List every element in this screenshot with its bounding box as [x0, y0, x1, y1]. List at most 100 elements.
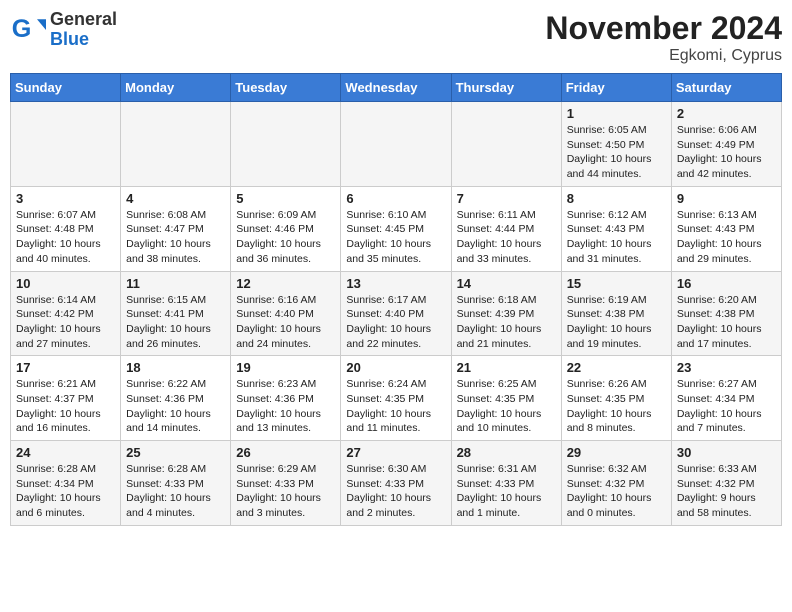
- calendar-cell: [231, 102, 341, 187]
- day-info: Sunrise: 6:33 AM Sunset: 4:32 PM Dayligh…: [677, 462, 776, 521]
- calendar-cell: 2Sunrise: 6:06 AM Sunset: 4:49 PM Daylig…: [671, 102, 781, 187]
- day-number: 22: [567, 360, 666, 375]
- day-info: Sunrise: 6:14 AM Sunset: 4:42 PM Dayligh…: [16, 293, 115, 352]
- calendar-cell: 9 Sunrise: 6:13 AM Sunset: 4:43 PM Daylig…: [671, 186, 781, 271]
- calendar-cell: 21 Sunrise: 6:25 AM Sunset: 4:35 PM Dayli…: [451, 356, 561, 441]
- day-info: Sunrise: 6:28 AM Sunset: 4:33 PM Dayligh…: [126, 462, 225, 521]
- calendar-cell: 3 Sunrise: 6:07 AM Sunset: 4:48 PM Daylig…: [11, 186, 121, 271]
- calendar-week-row: 10 Sunrise: 6:14 AM Sunset: 4:42 PM Dayli…: [11, 271, 782, 356]
- day-number: 10: [16, 276, 115, 291]
- calendar-cell: 30Sunrise: 6:33 AM Sunset: 4:32 PM Dayli…: [671, 441, 781, 526]
- day-number: 24: [16, 445, 115, 460]
- calendar-cell: 15 Sunrise: 6:19 AM Sunset: 4:38 PM Dayli…: [561, 271, 671, 356]
- calendar-cell: 28Sunrise: 6:31 AM Sunset: 4:33 PM Dayli…: [451, 441, 561, 526]
- day-info: Sunrise: 6:05 AM Sunset: 4:50 PM Dayligh…: [567, 123, 666, 182]
- calendar-cell: [451, 102, 561, 187]
- calendar-table: SundayMondayTuesdayWednesdayThursdayFrid…: [10, 73, 782, 526]
- calendar-cell: 25 Sunrise: 6:28 AM Sunset: 4:33 PM Dayli…: [121, 441, 231, 526]
- day-number: 4: [126, 191, 225, 206]
- day-number: 21: [457, 360, 556, 375]
- day-number: 1: [567, 106, 666, 121]
- day-number: 23: [677, 360, 776, 375]
- calendar-cell: 6 Sunrise: 6:10 AM Sunset: 4:45 PM Daylig…: [341, 186, 451, 271]
- day-info: Sunrise: 6:09 AM Sunset: 4:46 PM Dayligh…: [236, 208, 335, 267]
- weekday-header: Thursday: [451, 74, 561, 102]
- day-number: 17: [16, 360, 115, 375]
- page-title: November 2024: [545, 10, 782, 47]
- weekday-header: Wednesday: [341, 74, 451, 102]
- calendar-week-row: 17 Sunrise: 6:21 AM Sunset: 4:37 PM Dayli…: [11, 356, 782, 441]
- weekday-header: Friday: [561, 74, 671, 102]
- calendar-cell: 4 Sunrise: 6:08 AM Sunset: 4:47 PM Daylig…: [121, 186, 231, 271]
- day-number: 26: [236, 445, 335, 460]
- calendar-cell: 14 Sunrise: 6:18 AM Sunset: 4:39 PM Dayli…: [451, 271, 561, 356]
- day-info: Sunrise: 6:11 AM Sunset: 4:44 PM Dayligh…: [457, 208, 556, 267]
- day-info: Sunrise: 6:17 AM Sunset: 4:40 PM Dayligh…: [346, 293, 445, 352]
- day-number: 19: [236, 360, 335, 375]
- day-number: 8: [567, 191, 666, 206]
- calendar-cell: 19Sunrise: 6:23 AM Sunset: 4:36 PM Dayli…: [231, 356, 341, 441]
- day-number: 5: [236, 191, 335, 206]
- day-number: 20: [346, 360, 445, 375]
- calendar-cell: 23 Sunrise: 6:27 AM Sunset: 4:34 PM Dayli…: [671, 356, 781, 441]
- day-info: Sunrise: 6:21 AM Sunset: 4:37 PM Dayligh…: [16, 377, 115, 436]
- calendar-cell: 10 Sunrise: 6:14 AM Sunset: 4:42 PM Dayli…: [11, 271, 121, 356]
- calendar-cell: 17 Sunrise: 6:21 AM Sunset: 4:37 PM Dayli…: [11, 356, 121, 441]
- calendar-cell: 8Sunrise: 6:12 AM Sunset: 4:43 PM Daylig…: [561, 186, 671, 271]
- day-number: 12: [236, 276, 335, 291]
- day-info: Sunrise: 6:06 AM Sunset: 4:49 PM Dayligh…: [677, 123, 776, 182]
- calendar-cell: 24 Sunrise: 6:28 AM Sunset: 4:34 PM Dayli…: [11, 441, 121, 526]
- calendar-cell: 13 Sunrise: 6:17 AM Sunset: 4:40 PM Dayli…: [341, 271, 451, 356]
- day-info: Sunrise: 6:20 AM Sunset: 4:38 PM Dayligh…: [677, 293, 776, 352]
- day-info: Sunrise: 6:15 AM Sunset: 4:41 PM Dayligh…: [126, 293, 225, 352]
- day-number: 15: [567, 276, 666, 291]
- day-info: Sunrise: 6:28 AM Sunset: 4:34 PM Dayligh…: [16, 462, 115, 521]
- day-number: 11: [126, 276, 225, 291]
- weekday-header-row: SundayMondayTuesdayWednesdayThursdayFrid…: [11, 74, 782, 102]
- logo-blue: Blue: [50, 30, 117, 50]
- calendar-cell: 26 Sunrise: 6:29 AM Sunset: 4:33 PM Dayli…: [231, 441, 341, 526]
- day-info: Sunrise: 6:24 AM Sunset: 4:35 PM Dayligh…: [346, 377, 445, 436]
- calendar-cell: 27 Sunrise: 6:30 AM Sunset: 4:33 PM Dayli…: [341, 441, 451, 526]
- day-number: 13: [346, 276, 445, 291]
- day-info: Sunrise: 6:32 AM Sunset: 4:32 PM Dayligh…: [567, 462, 666, 521]
- day-info: Sunrise: 6:10 AM Sunset: 4:45 PM Dayligh…: [346, 208, 445, 267]
- calendar-cell: [11, 102, 121, 187]
- day-number: 18: [126, 360, 225, 375]
- day-info: Sunrise: 6:18 AM Sunset: 4:39 PM Dayligh…: [457, 293, 556, 352]
- day-number: 14: [457, 276, 556, 291]
- day-number: 6: [346, 191, 445, 206]
- day-info: Sunrise: 6:27 AM Sunset: 4:34 PM Dayligh…: [677, 377, 776, 436]
- day-number: 3: [16, 191, 115, 206]
- calendar-cell: 29 Sunrise: 6:32 AM Sunset: 4:32 PM Dayli…: [561, 441, 671, 526]
- title-block: November 2024 Egkomi, Cyprus: [545, 10, 782, 65]
- day-info: Sunrise: 6:16 AM Sunset: 4:40 PM Dayligh…: [236, 293, 335, 352]
- day-info: Sunrise: 6:13 AM Sunset: 4:43 PM Dayligh…: [677, 208, 776, 267]
- calendar-week-row: 24 Sunrise: 6:28 AM Sunset: 4:34 PM Dayli…: [11, 441, 782, 526]
- weekday-header: Sunday: [11, 74, 121, 102]
- day-info: Sunrise: 6:25 AM Sunset: 4:35 PM Dayligh…: [457, 377, 556, 436]
- calendar-cell: 5 Sunrise: 6:09 AM Sunset: 4:46 PM Daylig…: [231, 186, 341, 271]
- weekday-header: Tuesday: [231, 74, 341, 102]
- day-info: Sunrise: 6:30 AM Sunset: 4:33 PM Dayligh…: [346, 462, 445, 521]
- logo-general: General: [50, 10, 117, 30]
- weekday-header: Saturday: [671, 74, 781, 102]
- day-number: 7: [457, 191, 556, 206]
- logo-text: General Blue: [50, 10, 117, 50]
- day-number: 9: [677, 191, 776, 206]
- day-number: 25: [126, 445, 225, 460]
- day-info: Sunrise: 6:07 AM Sunset: 4:48 PM Dayligh…: [16, 208, 115, 267]
- day-info: Sunrise: 6:29 AM Sunset: 4:33 PM Dayligh…: [236, 462, 335, 521]
- calendar-cell: 20 Sunrise: 6:24 AM Sunset: 4:35 PM Dayli…: [341, 356, 451, 441]
- page-header: G General Blue November 2024 Egkomi, Cyp…: [10, 10, 782, 65]
- day-number: 27: [346, 445, 445, 460]
- calendar-cell: 1 Sunrise: 6:05 AM Sunset: 4:50 PM Daylig…: [561, 102, 671, 187]
- calendar-cell: 18Sunrise: 6:22 AM Sunset: 4:36 PM Dayli…: [121, 356, 231, 441]
- weekday-header: Monday: [121, 74, 231, 102]
- calendar-week-row: 3 Sunrise: 6:07 AM Sunset: 4:48 PM Daylig…: [11, 186, 782, 271]
- logo: G General Blue: [10, 10, 117, 50]
- day-info: Sunrise: 6:08 AM Sunset: 4:47 PM Dayligh…: [126, 208, 225, 267]
- day-number: 29: [567, 445, 666, 460]
- day-info: Sunrise: 6:19 AM Sunset: 4:38 PM Dayligh…: [567, 293, 666, 352]
- page-subtitle: Egkomi, Cyprus: [545, 47, 782, 65]
